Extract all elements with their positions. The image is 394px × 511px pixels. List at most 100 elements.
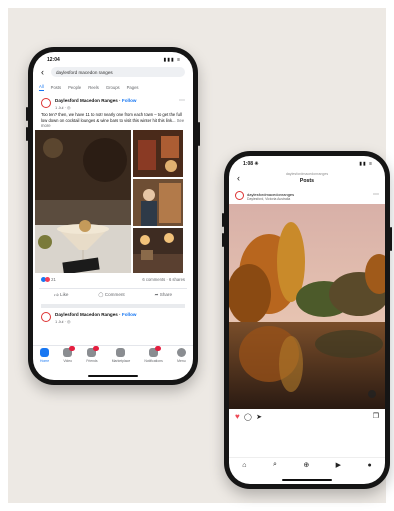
tab-reels[interactable]: Reels: [88, 85, 99, 90]
follow-link[interactable]: Follow: [122, 98, 137, 103]
post-author[interactable]: Daylesford Macedon Ranges: [55, 98, 118, 103]
add-post-icon[interactable]: ⊕: [303, 461, 309, 469]
profile-icon[interactable]: ●: [368, 462, 372, 469]
header-username: daylesfordmacedonranges: [285, 172, 329, 176]
tab-groups[interactable]: Groups: [106, 85, 120, 90]
nav-label: Menu: [177, 359, 186, 363]
post-location[interactable]: Daylesford, Victoria Australia: [247, 197, 290, 201]
facebook-phone: 12:04 ▮▮▮ ≡ ‹ daylesford macedon ranges …: [26, 47, 200, 385]
tab-pages[interactable]: Pages: [127, 85, 139, 90]
nav-label: Notifications: [144, 359, 163, 363]
post-photo-grid[interactable]: [35, 130, 191, 273]
search-icon[interactable]: ⌕: [273, 461, 277, 469]
bottom-nav: ⌂ ⌕ ⊕ ▶ ●: [229, 457, 385, 472]
home-icon[interactable]: ⌂: [242, 462, 246, 469]
post-actions: ♥ ◯ ➤ ❐: [235, 412, 379, 422]
comment-count[interactable]: 6 comments: [142, 277, 165, 282]
share-button[interactable]: ➦ Share: [155, 292, 172, 302]
notification-badge: [69, 346, 76, 351]
nav-friends[interactable]: Friends: [86, 346, 100, 370]
comment-icon[interactable]: ◯: [244, 414, 252, 421]
lounge-photo[interactable]: [133, 228, 183, 273]
reels-icon[interactable]: ▶: [336, 461, 341, 469]
volume-button: [222, 233, 224, 247]
notifications-icon: [149, 346, 162, 357]
comment-icon: ◯: [98, 292, 104, 297]
friends-icon: [87, 346, 100, 357]
avatar[interactable]: [41, 98, 51, 108]
post-caption: Too ten? then, we have 11 to not! nearly…: [41, 112, 185, 129]
like-button[interactable]: 👍︎ Like: [54, 292, 69, 302]
back-icon[interactable]: ‹: [41, 67, 51, 77]
reaction-summary[interactable]: 21 6 comments · 6 shares: [41, 277, 185, 285]
instagram-phone: 1:08 ✳ ▮▮ ≡ ‹ daylesfordmacedonranges Po…: [222, 151, 392, 489]
nav-label: Home: [40, 359, 50, 363]
signal-icon: ▮▮ ≡: [359, 161, 373, 167]
post-meta: 1 Jul · ◎: [55, 105, 71, 110]
next-post-header: Daylesford Macedon Ranges · Follow 1 Jul…: [41, 304, 185, 327]
follow-link[interactable]: Follow: [122, 312, 137, 317]
nav-home[interactable]: Home: [40, 348, 49, 370]
notification-badge: [93, 346, 100, 351]
avatar[interactable]: [41, 312, 51, 322]
instagram-screen: 1:08 ✳ ▮▮ ≡ ‹ daylesfordmacedonranges Po…: [229, 156, 385, 484]
avatar[interactable]: [235, 191, 244, 200]
nav-label: Friends: [86, 359, 98, 363]
power-button: [390, 227, 392, 251]
video-icon: [63, 346, 76, 357]
more-options-icon[interactable]: ⋯: [179, 97, 185, 104]
share-icon: ➦: [154, 292, 159, 297]
facebook-screen: 12:04 ▮▮▮ ≡ ‹ daylesford macedon ranges …: [33, 52, 193, 380]
nav-video[interactable]: Video: [63, 346, 76, 370]
bottom-nav: Home Video Friends Marketplace Notificat…: [33, 345, 193, 370]
post-header: Daylesford Macedon Ranges · Follow 1 Jul…: [41, 97, 185, 113]
post-meta: 1 Jul · ◎: [55, 319, 71, 324]
like-label: Like: [60, 292, 69, 297]
nav-label: Video: [63, 359, 73, 363]
status-bar: 12:04 ▮▮▮ ≡: [33, 52, 193, 66]
status-bar: 1:08 ✳ ▮▮ ≡: [229, 156, 385, 170]
save-icon[interactable]: ❐: [373, 412, 379, 420]
search-bar: ‹ daylesford macedon ranges: [41, 66, 185, 78]
tab-people[interactable]: People: [68, 85, 81, 90]
home-indicator[interactable]: [282, 479, 332, 481]
signal-icon: ▮▮▮ ≡: [163, 57, 181, 63]
bartender-photo[interactable]: [133, 179, 183, 226]
cocktail-photo[interactable]: [35, 130, 131, 273]
power-button: [198, 122, 200, 146]
posts-header: ‹ daylesfordmacedonranges Posts: [229, 170, 385, 188]
tab-all[interactable]: All: [39, 84, 44, 91]
share-label: Share: [159, 292, 173, 297]
marketplace-icon: [116, 348, 126, 357]
more-options-icon[interactable]: ⋯: [373, 191, 379, 198]
search-input[interactable]: daylesford macedon ranges: [51, 67, 185, 77]
bar-photo[interactable]: [133, 130, 183, 177]
page-title: Posts: [299, 178, 315, 184]
search-tabs: All Posts People Reels Groups Pages: [39, 82, 187, 92]
post-actions: 👍︎ Like ◯ Comment ➦ Share: [39, 288, 187, 302]
comment-button[interactable]: ◯ Comment: [98, 292, 124, 302]
status-time: 1:08 ✳: [243, 161, 259, 167]
volume-button: [26, 107, 28, 121]
menu-icon: [176, 348, 186, 357]
home-indicator[interactable]: [88, 375, 138, 377]
nav-marketplace[interactable]: Marketplace: [112, 348, 130, 370]
love-reaction-icon: [45, 277, 50, 283]
share-icon[interactable]: ➤: [256, 414, 262, 421]
like-icon[interactable]: ♥: [235, 412, 240, 421]
nav-label: Marketplace: [111, 359, 131, 363]
caption-text: Too ten? then, we have 11 to not! nearly…: [41, 112, 182, 123]
volume-button: [26, 127, 28, 141]
post-user-row: daylesfordmacedonranges Daylesford, Vict…: [235, 189, 379, 203]
post-photo[interactable]: [229, 204, 385, 409]
nav-notifications[interactable]: Notifications: [144, 346, 163, 370]
home-icon: [40, 348, 50, 357]
share-count[interactable]: 6 shares: [169, 277, 185, 282]
comment-label: Comment: [104, 292, 125, 297]
notification-badge: [155, 346, 162, 351]
tab-posts[interactable]: Posts: [51, 85, 61, 90]
status-time: 12:04: [47, 57, 60, 63]
volume-button: [222, 213, 224, 227]
post-author[interactable]: Daylesford Macedon Ranges: [55, 312, 118, 317]
nav-menu[interactable]: Menu: [176, 348, 186, 370]
